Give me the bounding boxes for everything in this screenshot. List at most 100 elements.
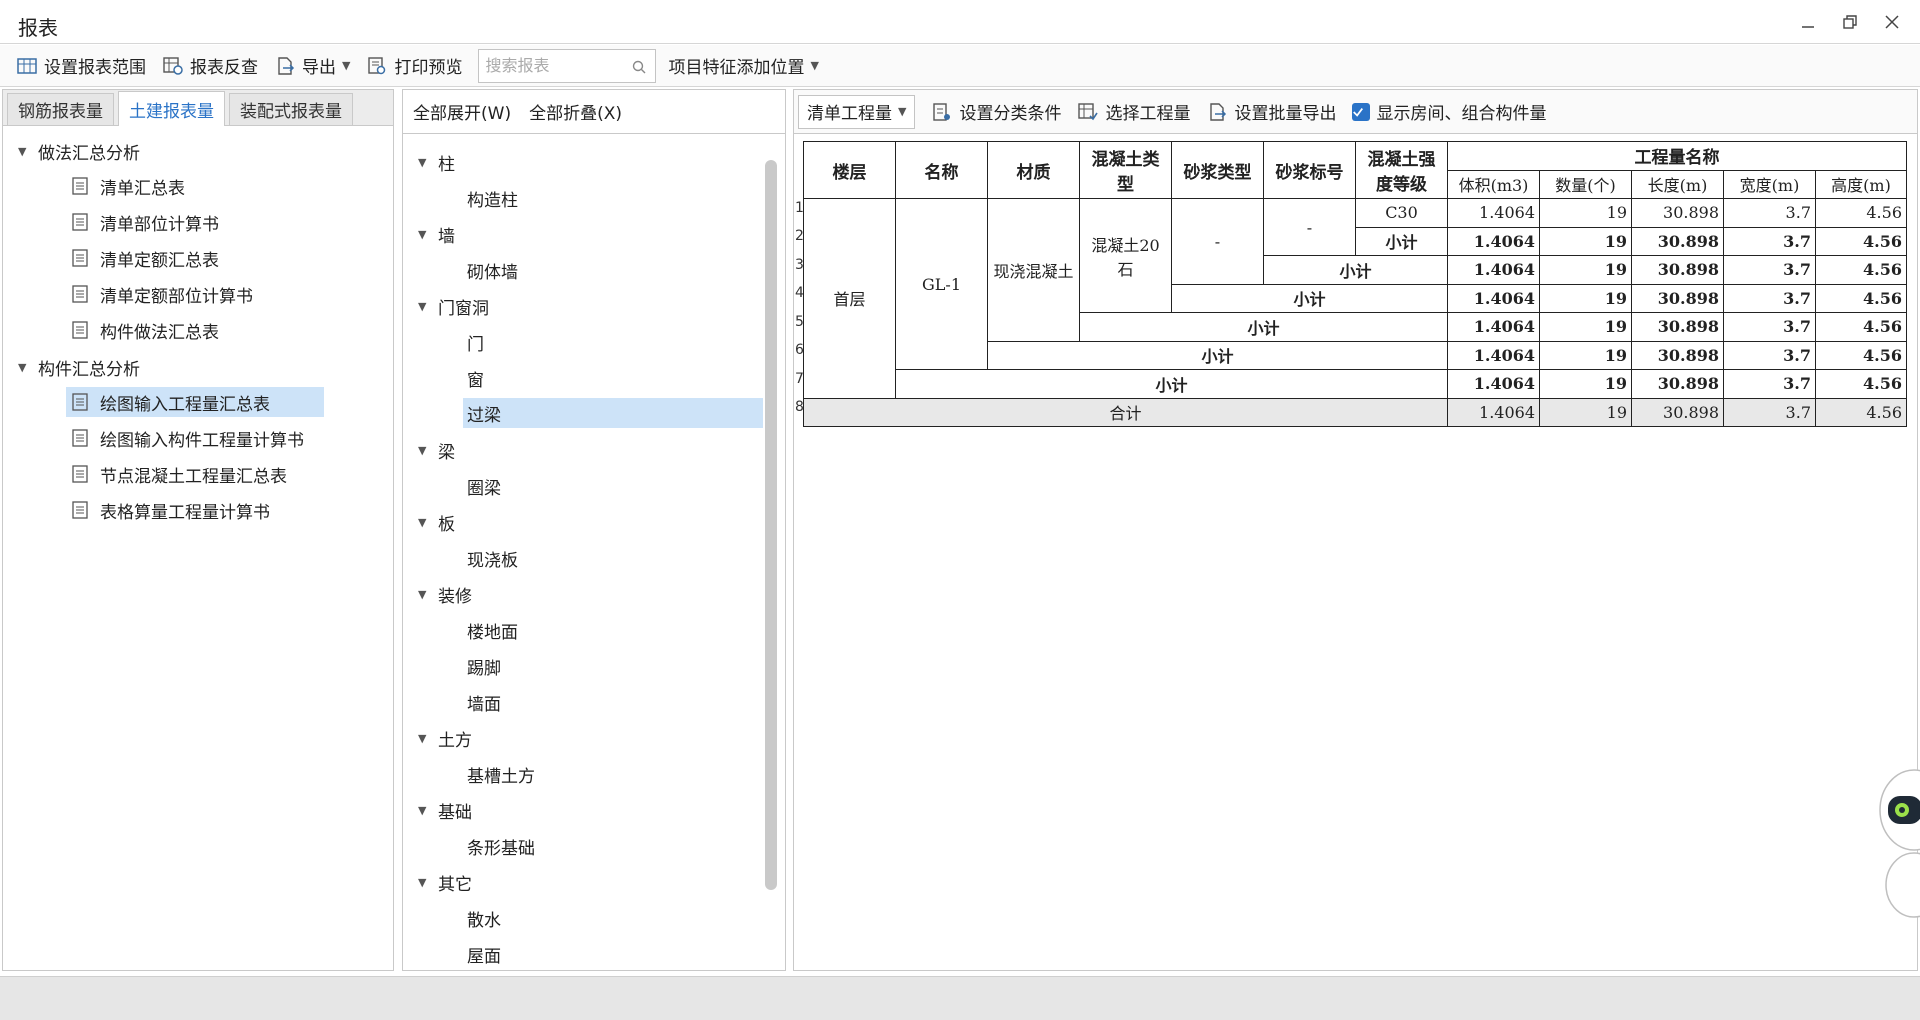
tree-item-drawing-component-calc[interactable]: 绘图输入构件工程量计算书 xyxy=(70,423,304,453)
cell-height[interactable]: 4.56 xyxy=(1815,198,1907,228)
cell-count[interactable]: 19 xyxy=(1539,283,1632,313)
cell-width[interactable]: 3.7 xyxy=(1723,340,1816,370)
expand-triangle-icon[interactable]: ▼ xyxy=(418,588,438,601)
tree-node-beam[interactable]: ▼ 梁 xyxy=(418,435,455,465)
cell-width[interactable]: 3.7 xyxy=(1723,369,1816,399)
cell-volume[interactable]: 1.4064 xyxy=(1447,340,1540,370)
tree-leaf-wall-surface[interactable]: 墙面 xyxy=(467,687,501,717)
cell-count[interactable]: 19 xyxy=(1539,369,1632,399)
tree-leaf-lintel[interactable]: 过梁 xyxy=(463,398,763,428)
expand-all-button[interactable]: 全部展开(W) xyxy=(413,99,511,124)
set-category-button[interactable]: 设置分类条件 xyxy=(925,96,1067,128)
cell-length[interactable]: 30.898 xyxy=(1631,340,1724,370)
expand-triangle-icon[interactable]: ▼ xyxy=(18,145,38,158)
cell-height[interactable]: 4.56 xyxy=(1815,255,1907,285)
tree-group-method-summary[interactable]: ▼ 做法汇总分析 xyxy=(18,136,140,166)
cell-subtotal-label[interactable]: 小计 xyxy=(1171,283,1448,313)
collapse-all-button[interactable]: 全部折叠(X) xyxy=(529,99,622,124)
tree-leaf-door[interactable]: 门 xyxy=(467,327,484,357)
cell-count[interactable]: 19 xyxy=(1539,312,1632,342)
cell-subtotal-label[interactable]: 小计 xyxy=(1355,226,1448,256)
tree-item-bill-summary[interactable]: 清单汇总表 xyxy=(70,171,185,201)
report-reverse-check-button[interactable]: 报表反查 xyxy=(156,50,264,82)
cell-count[interactable]: 19 xyxy=(1539,340,1632,370)
tree-leaf-roof[interactable]: 屋面 xyxy=(467,939,501,969)
cell-height[interactable]: 4.56 xyxy=(1815,340,1907,370)
search-icon[interactable] xyxy=(631,59,647,75)
expand-triangle-icon[interactable]: ▼ xyxy=(18,361,38,374)
cell-volume[interactable]: 1.4064 xyxy=(1447,369,1540,399)
cell-subtotal-label[interactable]: 小计 xyxy=(895,369,1448,399)
tree-leaf-cast-slab[interactable]: 现浇板 xyxy=(467,543,518,573)
cell-length[interactable]: 30.898 xyxy=(1631,283,1724,313)
checkbox-checked-icon[interactable] xyxy=(1352,102,1371,121)
expand-triangle-icon[interactable]: ▼ xyxy=(418,300,438,313)
tree-leaf-trench-earthwork[interactable]: 基槽土方 xyxy=(467,759,535,789)
tree-leaf-ring-beam[interactable]: 圈梁 xyxy=(467,471,501,501)
set-report-range-button[interactable]: 设置报表范围 xyxy=(10,50,152,82)
cell-height[interactable]: 4.56 xyxy=(1815,226,1907,256)
cell-total-label[interactable]: 合计 xyxy=(803,397,1448,427)
cell-volume[interactable]: 1.4064 xyxy=(1447,226,1540,256)
cell-volume[interactable]: 1.4064 xyxy=(1447,198,1540,228)
cell-length[interactable]: 30.898 xyxy=(1631,312,1724,342)
expand-triangle-icon[interactable]: ▼ xyxy=(418,156,438,169)
tree-node-other[interactable]: ▼ 其它 xyxy=(418,867,472,897)
cell-mortar-grade[interactable]: - xyxy=(1263,198,1356,256)
tree-leaf-apron[interactable]: 散水 xyxy=(467,903,501,933)
cell-volume[interactable]: 1.4064 xyxy=(1447,283,1540,313)
table-row[interactable]: 首层 GL-1 现浇混凝土 混凝土20石 - - C30 1.4064 19 3… xyxy=(803,198,1907,399)
restore-button[interactable] xyxy=(1834,8,1866,36)
component-tree-scrollbar[interactable] xyxy=(765,160,777,890)
tree-node-earthwork[interactable]: ▼ 土方 xyxy=(418,723,472,753)
tree-node-decoration[interactable]: ▼ 装修 xyxy=(418,579,472,609)
cell-height[interactable]: 4.56 xyxy=(1815,312,1907,342)
cell-width[interactable]: 3.7 xyxy=(1723,312,1816,342)
export-button[interactable]: 导出 ▼ xyxy=(268,50,356,82)
tab-civil-report[interactable]: 土建报表量 xyxy=(118,91,225,126)
cell-width[interactable]: 3.7 xyxy=(1723,397,1816,427)
tree-item-bill-quota-part-calc[interactable]: 清单定额部位计算书 xyxy=(70,279,253,309)
tree-group-component-summary[interactable]: ▼ 构件汇总分析 xyxy=(18,352,140,382)
cell-length[interactable]: 30.898 xyxy=(1631,369,1724,399)
cell-volume[interactable]: 1.4064 xyxy=(1447,255,1540,285)
minimize-button[interactable] xyxy=(1792,8,1824,36)
select-quantity-button[interactable]: 选择工程量 xyxy=(1071,96,1196,128)
tree-item-component-method-summary[interactable]: 构件做法汇总表 xyxy=(70,315,219,345)
tab-prefab-report[interactable]: 装配式报表量 xyxy=(229,93,353,125)
tree-node-wall[interactable]: ▼ 墙 xyxy=(418,219,455,249)
expand-triangle-icon[interactable]: ▼ xyxy=(418,732,438,745)
print-preview-button[interactable]: 打印预览 xyxy=(360,50,468,82)
tree-item-node-concrete-summary[interactable]: 节点混凝土工程量汇总表 xyxy=(70,459,287,489)
cell-height[interactable]: 4.56 xyxy=(1815,283,1907,313)
report-search-input[interactable] xyxy=(479,49,620,82)
tree-item-bill-part-calc[interactable]: 清单部位计算书 xyxy=(70,207,219,237)
table-row[interactable]: 小计 1.4064 19 30.898 3.7 4.56 xyxy=(804,369,1907,399)
tab-rebar-report[interactable]: 钢筋报表量 xyxy=(7,93,114,125)
tree-item-drawing-quantity-summary[interactable]: 绘图输入工程量汇总表 xyxy=(66,387,324,417)
cell-volume[interactable]: 1.4064 xyxy=(1447,397,1540,427)
show-rooms-checkbox[interactable]: 显示房间、组合构件量 xyxy=(1346,96,1552,128)
cell-length[interactable]: 30.898 xyxy=(1631,255,1724,285)
cell-width[interactable]: 3.7 xyxy=(1723,198,1816,228)
expand-triangle-icon[interactable]: ▼ xyxy=(418,804,438,817)
cell-concrete-grade[interactable]: C30 xyxy=(1355,198,1448,228)
cell-concrete-type[interactable]: 混凝土20石 xyxy=(1079,198,1172,313)
cell-count[interactable]: 19 xyxy=(1539,255,1632,285)
cell-count[interactable]: 19 xyxy=(1539,226,1632,256)
cell-material[interactable]: 现浇混凝土 xyxy=(987,198,1080,342)
tree-leaf-floor[interactable]: 楼地面 xyxy=(467,615,518,645)
cell-length[interactable]: 30.898 xyxy=(1631,226,1724,256)
tree-node-column[interactable]: ▼ 柱 xyxy=(418,147,455,177)
cell-count[interactable]: 19 xyxy=(1539,397,1632,427)
cell-volume[interactable]: 1.4064 xyxy=(1447,312,1540,342)
cell-width[interactable]: 3.7 xyxy=(1723,226,1816,256)
feature-position-dropdown[interactable]: 项目特征添加位置 ▼ xyxy=(662,50,824,82)
tree-item-bill-quota-summary[interactable]: 清单定额汇总表 xyxy=(70,243,219,273)
tree-node-door-window-opening[interactable]: ▼ 门窗洞 xyxy=(418,291,489,321)
expand-triangle-icon[interactable]: ▼ xyxy=(418,876,438,889)
expand-triangle-icon[interactable]: ▼ xyxy=(418,228,438,241)
tree-leaf-skirting[interactable]: 踢脚 xyxy=(467,651,501,681)
total-row[interactable]: 合计 1.4064 19 30.898 3.7 4.56 xyxy=(803,397,1907,427)
cell-count[interactable]: 19 xyxy=(1539,198,1632,228)
